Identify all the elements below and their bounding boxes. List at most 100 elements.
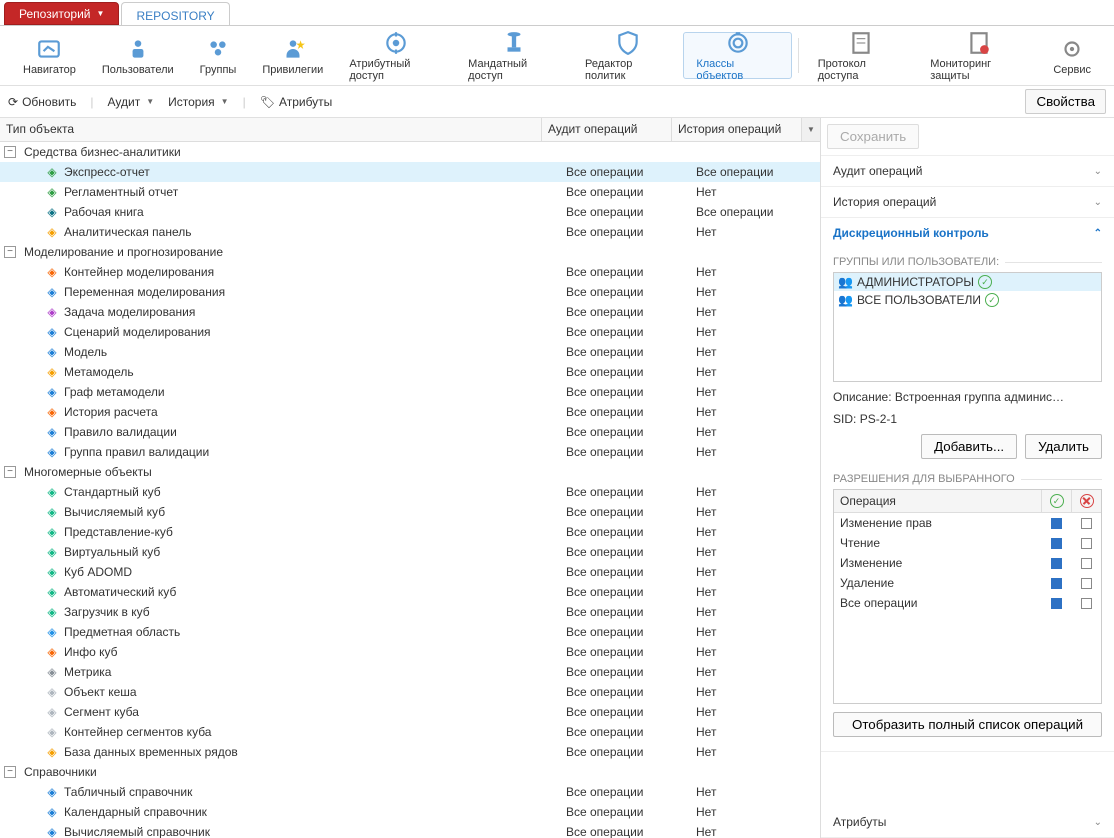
toolbar-pol[interactable]: Редактор политик — [572, 32, 683, 79]
object-type-icon: ◈ — [44, 804, 60, 820]
acc-discretionary[interactable]: Дискреционный контроль ⌃ — [821, 218, 1114, 248]
cell-history: Нет — [690, 365, 820, 379]
history-dropdown[interactable]: История — [168, 95, 228, 109]
object-type-icon: ◈ — [44, 624, 60, 640]
row-label: Правило валидации — [64, 425, 177, 439]
col-header-audit[interactable]: Аудит операций — [542, 118, 672, 141]
acc-history-ops[interactable]: История операций ⌄ — [821, 187, 1114, 217]
tree-row[interactable]: ◈Сценарий моделированияВсе операцииНет — [0, 322, 820, 342]
tree-row[interactable]: ◈Задача моделированияВсе операцииНет — [0, 302, 820, 322]
group-row[interactable]: Многомерные объекты — [0, 462, 820, 482]
tree-row[interactable]: ◈Экспресс-отчетВсе операцииВсе операции — [0, 162, 820, 182]
tree-row[interactable]: ◈Календарный справочникВсе операцииНет — [0, 802, 820, 822]
deny-checkbox[interactable] — [1081, 558, 1092, 569]
deny-checkbox[interactable] — [1081, 578, 1092, 589]
repository-dropdown[interactable]: Репозиторий — [4, 2, 119, 25]
tree-row[interactable]: ◈Стандартный кубВсе операцииНет — [0, 482, 820, 502]
add-button[interactable]: Добавить... — [921, 434, 1017, 459]
col-header-history[interactable]: История операций — [672, 118, 802, 141]
row-label: Сегмент куба — [64, 705, 139, 719]
acc-audit-ops[interactable]: Аудит операций ⌄ — [821, 156, 1114, 186]
tree-row[interactable]: ◈МетрикаВсе операцииНет — [0, 662, 820, 682]
object-type-icon: ◈ — [44, 644, 60, 660]
tree-row[interactable]: ◈Правило валидацииВсе операцииНет — [0, 422, 820, 442]
expand-toggle[interactable] — [4, 766, 16, 778]
tree-row[interactable]: ◈Сегмент кубаВсе операцииНет — [0, 702, 820, 722]
tree-row[interactable]: ◈Загрузчик в кубВсе операцииНет — [0, 602, 820, 622]
delete-button[interactable]: Удалить — [1025, 434, 1102, 459]
tree-row[interactable]: ◈База данных временных рядовВсе операции… — [0, 742, 820, 762]
tree-row[interactable]: ◈Объект кешаВсе операцииНет — [0, 682, 820, 702]
allow-checkbox[interactable] — [1051, 558, 1062, 569]
acc-attributes[interactable]: Атрибуты ⌄ — [821, 807, 1114, 837]
col-menu-button[interactable]: ▼ — [802, 118, 820, 141]
tree-row[interactable]: ◈Вычисляемый справочникВсе операцииНет — [0, 822, 820, 838]
tree-row[interactable]: ◈Рабочая книгаВсе операцииВсе операции — [0, 202, 820, 222]
tree-row[interactable]: ◈Аналитическая панельВсе операцииНет — [0, 222, 820, 242]
deny-checkbox[interactable] — [1081, 518, 1092, 529]
refresh-button[interactable]: ⟳ Обновить — [8, 95, 76, 109]
row-label: Виртуальный куб — [64, 545, 160, 559]
toolbar-svc[interactable]: Сервис — [1040, 32, 1104, 79]
deny-checkbox[interactable] — [1081, 538, 1092, 549]
toolbar-label: Сервис — [1053, 64, 1091, 76]
tree-row[interactable]: ◈Контейнер сегментов кубаВсе операцииНет — [0, 722, 820, 742]
tree-row[interactable]: ◈Граф метамоделиВсе операцииНет — [0, 382, 820, 402]
tree-row[interactable]: ◈Инфо кубВсе операцииНет — [0, 642, 820, 662]
group-row[interactable]: Моделирование и прогнозирование — [0, 242, 820, 262]
tree-row[interactable]: ◈Табличный справочникВсе операцииНет — [0, 782, 820, 802]
cell-history: Нет — [690, 645, 820, 659]
tree-row[interactable]: ◈Автоматический кубВсе операцииНет — [0, 582, 820, 602]
allow-checkbox[interactable] — [1051, 598, 1062, 609]
tree-row[interactable]: ◈История расчетаВсе операцииНет — [0, 402, 820, 422]
allow-checkbox[interactable] — [1051, 518, 1062, 529]
deny-checkbox[interactable] — [1081, 598, 1092, 609]
tree-row[interactable]: ◈Контейнер моделированияВсе операцииНет — [0, 262, 820, 282]
toolbar-attr[interactable]: Атрибутный доступ — [336, 32, 455, 79]
row-label: Сценарий моделирования — [64, 325, 211, 339]
toolbar-mon[interactable]: Мониторинг защиты — [917, 32, 1040, 79]
tree-row[interactable]: ◈Представление-кубВсе операцииНет — [0, 522, 820, 542]
col-header-type[interactable]: Тип объекта — [0, 118, 542, 141]
expand-toggle[interactable] — [4, 246, 16, 258]
allow-checkbox[interactable] — [1051, 578, 1062, 589]
cell-audit: Все операции — [560, 505, 690, 519]
show-full-list-button[interactable]: Отобразить полный список операций — [833, 712, 1102, 737]
user-row[interactable]: 👥АДМИНИСТРАТОРЫ✓ — [834, 273, 1101, 291]
attributes-button[interactable]: 🏷 Атрибуты — [260, 95, 333, 109]
expand-toggle[interactable] — [4, 466, 16, 478]
toolbar-users[interactable]: Пользователи — [89, 32, 187, 79]
toolbar-priv[interactable]: Привилегии — [249, 32, 336, 79]
row-label: Задача моделирования — [64, 305, 195, 319]
expand-toggle[interactable] — [4, 146, 16, 158]
properties-button[interactable]: Свойства — [1025, 89, 1106, 114]
user-row[interactable]: 👥ВСЕ ПОЛЬЗОВАТЕЛИ✓ — [834, 291, 1101, 309]
tag-icon: 🏷 — [260, 95, 275, 109]
tree-row[interactable]: ◈МодельВсе операцииНет — [0, 342, 820, 362]
row-label: Граф метамодели — [64, 385, 165, 399]
object-type-icon: ◈ — [44, 364, 60, 380]
cell-history: Все операции — [690, 205, 820, 219]
tab-repository[interactable]: REPOSITORY — [121, 2, 229, 25]
allow-checkbox[interactable] — [1051, 538, 1062, 549]
toolbar-mand[interactable]: Мандатный доступ — [455, 32, 572, 79]
toolbar-groups[interactable]: Группы — [187, 32, 250, 79]
users-list[interactable]: 👥АДМИНИСТРАТОРЫ✓👥ВСЕ ПОЛЬЗОВАТЕЛИ✓ — [833, 272, 1102, 382]
tree-row[interactable]: ◈Группа правил валидацииВсе операцииНет — [0, 442, 820, 462]
cell-history: Нет — [690, 745, 820, 759]
group-row[interactable]: Средства бизнес-аналитики — [0, 142, 820, 162]
group-row[interactable]: Справочники — [0, 762, 820, 782]
tree-row[interactable]: ◈Переменная моделированияВсе операцииНет — [0, 282, 820, 302]
tree-row[interactable]: ◈Виртуальный кубВсе операцииНет — [0, 542, 820, 562]
tree-row[interactable]: ◈Куб ADOMDВсе операцииНет — [0, 562, 820, 582]
toolbar-nav[interactable]: Навигатор — [10, 32, 89, 79]
audit-dropdown[interactable]: Аудит — [108, 95, 155, 109]
tree-row[interactable]: ◈Предметная областьВсе операцииНет — [0, 622, 820, 642]
tree-row[interactable]: ◈Вычисляемый кубВсе операцииНет — [0, 502, 820, 522]
toolbar-class[interactable]: Классы объектов — [683, 32, 791, 79]
toolbar-proto[interactable]: Протокол доступа — [805, 32, 917, 79]
cell-history: Нет — [690, 305, 820, 319]
tree-row[interactable]: ◈МетамодельВсе операцииНет — [0, 362, 820, 382]
object-type-icon: ◈ — [44, 684, 60, 700]
tree-row[interactable]: ◈Регламентный отчетВсе операцииНет — [0, 182, 820, 202]
